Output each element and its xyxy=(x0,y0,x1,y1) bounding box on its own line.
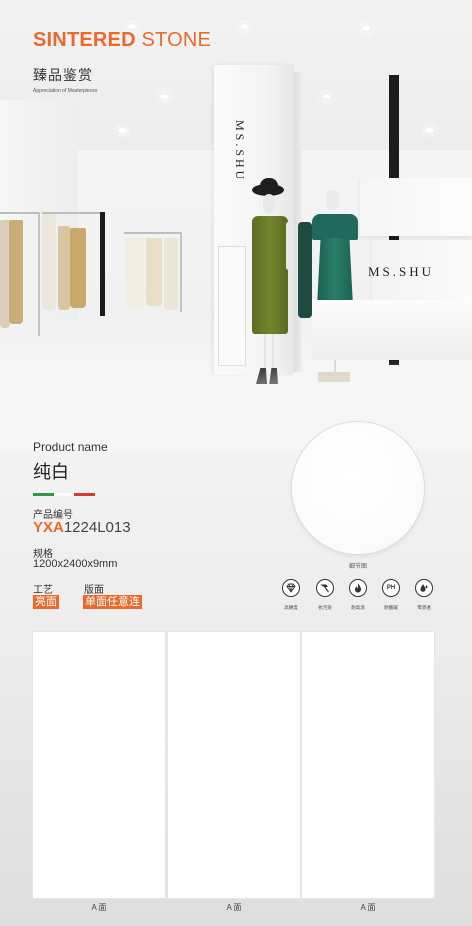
brand-sign-vertical: MS.SHU xyxy=(233,120,247,183)
product-name-value: 纯白 xyxy=(33,462,69,482)
subtitle-english: Appreciation of Masterpieces xyxy=(33,88,98,94)
brand-sign-horizontal: MS.SHU xyxy=(368,264,435,279)
water-drop-icon xyxy=(415,579,433,597)
hammer-icon xyxy=(316,579,334,597)
ceiling-light xyxy=(362,26,371,31)
garment xyxy=(70,228,86,308)
slab-panel xyxy=(33,632,165,898)
spec-value: 1200x2400x9mm xyxy=(33,558,118,570)
signboard xyxy=(360,178,472,236)
italian-flag-stripe xyxy=(33,493,96,496)
display-counter xyxy=(312,300,472,360)
garment xyxy=(42,214,56,310)
feature-acid: PH 耐酸碱 xyxy=(377,579,405,611)
ph-text: PH xyxy=(386,585,396,591)
feature-label: 抗污染 xyxy=(318,605,332,610)
slab-caption: A 面 xyxy=(226,903,242,912)
garment xyxy=(9,220,23,324)
process-label: 工艺 xyxy=(33,585,53,596)
slab-caption: A 面 xyxy=(360,903,376,912)
poster-title: SINTERED STONE xyxy=(33,29,211,52)
feature-label: 高硬度 xyxy=(284,605,298,610)
feature-water: 零渗透 xyxy=(410,579,438,611)
feature-heat: 耐高温 xyxy=(344,579,372,611)
clothing-rail xyxy=(42,212,100,214)
poster: MS.SHU MS.SHU SINTERED STONE 臻品鉴赏 Apprec… xyxy=(0,0,472,926)
garment xyxy=(146,238,162,306)
diamond-icon xyxy=(282,579,300,597)
feature-label: 零渗透 xyxy=(417,605,431,610)
surface-label: 版面 xyxy=(84,585,104,596)
ceiling-light xyxy=(322,94,331,99)
mirror-panel xyxy=(218,246,246,366)
title-light: STONE xyxy=(141,29,212,51)
ph-icon: PH xyxy=(382,579,400,597)
garment xyxy=(164,238,178,310)
garment xyxy=(58,226,70,310)
product-code: YXA1224L013 xyxy=(33,519,131,536)
feature-stain: 抗污染 xyxy=(311,579,339,611)
black-pillar xyxy=(100,212,105,316)
ceiling-light xyxy=(425,128,434,133)
slab-caption: A 面 xyxy=(91,903,107,912)
slab-panel xyxy=(302,632,434,898)
subtitle-chinese: 臻品鉴赏 xyxy=(33,67,93,83)
feature-label: 耐高温 xyxy=(351,605,365,610)
clothing-rail xyxy=(0,212,40,214)
process-tag: 亮面 xyxy=(33,595,59,609)
product-code-prefix: YXA xyxy=(33,519,64,536)
garment xyxy=(126,238,144,308)
ceiling-light xyxy=(240,24,249,29)
product-code-number: 1224L013 xyxy=(63,519,131,536)
feature-label: 耐酸碱 xyxy=(384,605,398,610)
detail-swatch xyxy=(292,422,424,554)
ceiling-light xyxy=(160,94,169,99)
product-name-label: Product name xyxy=(33,440,108,454)
title-bold: SINTERED xyxy=(33,29,136,51)
slab-panel xyxy=(168,632,300,898)
feature-hardness: 高硬度 xyxy=(277,579,305,611)
detail-caption: 细节图 xyxy=(348,564,367,570)
rack-post xyxy=(38,212,40,336)
surface-tag: 单面任意连 xyxy=(83,595,142,609)
flame-icon xyxy=(349,579,367,597)
ceiling-light xyxy=(118,128,127,133)
rack-post xyxy=(180,232,182,312)
scene-fade xyxy=(0,360,472,450)
clothing-rail xyxy=(124,232,182,234)
